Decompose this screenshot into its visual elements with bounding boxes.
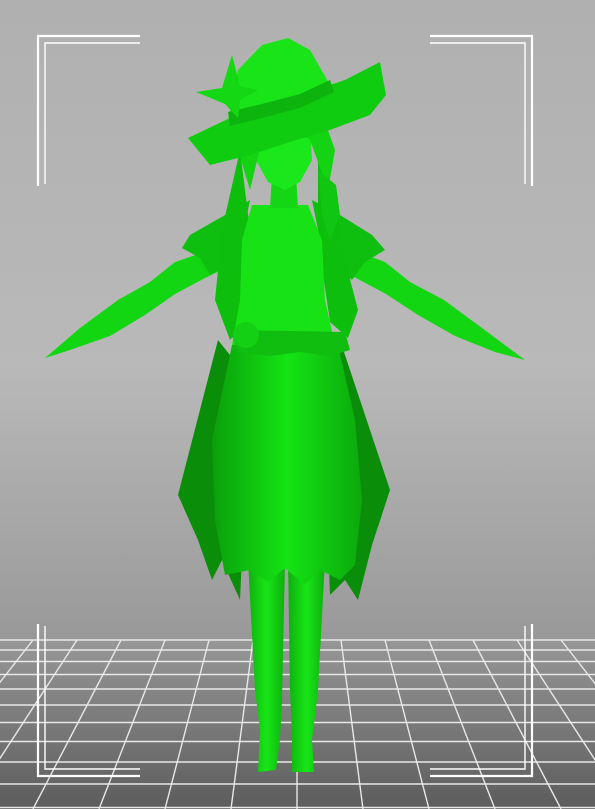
3d-viewport[interactable] [0,0,595,809]
frame-bracket-bottom-left [36,622,140,778]
leg-right [288,560,325,772]
frame-bracket-top-right [428,34,534,186]
leg-left [248,560,285,772]
frame-bracket-bottom-right [428,622,534,778]
dress-skirt [212,345,362,585]
belt-flower [233,322,259,348]
frame-bracket-top-left [36,34,140,186]
